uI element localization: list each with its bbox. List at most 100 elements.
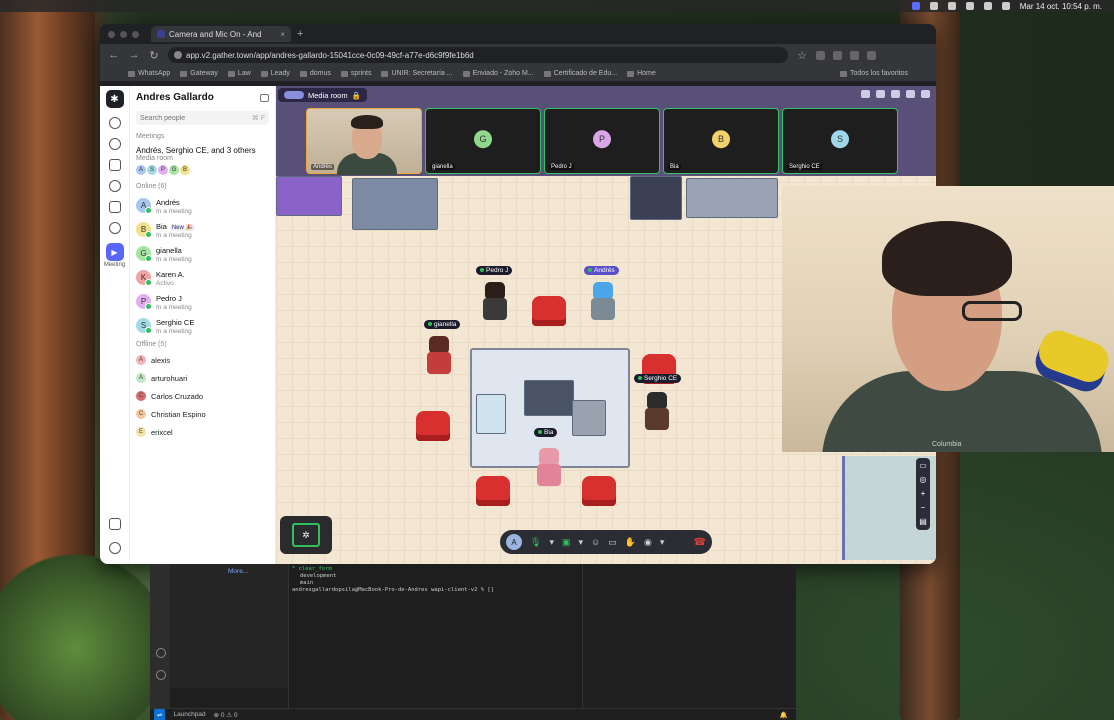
- gather-menubar-icon[interactable]: [911, 2, 920, 10]
- screen-share-icon[interactable]: ▭: [608, 537, 617, 548]
- microphone-icon[interactable]: 🎙: [530, 537, 541, 548]
- self-avatar[interactable]: A: [506, 534, 522, 550]
- bookmark-item[interactable]: Certificado de Edu...: [543, 70, 617, 77]
- remote-icon[interactable]: ⇌: [154, 708, 166, 720]
- emoji-icon[interactable]: ☺: [591, 537, 600, 547]
- search-icon[interactable]: [108, 117, 121, 129]
- calendar-icon[interactable]: [108, 201, 121, 213]
- locate-icon[interactable]: ◎: [920, 476, 927, 484]
- offline-section-label[interactable]: Offline (5): [136, 341, 269, 348]
- screen-icon[interactable]: ▭: [919, 462, 927, 470]
- control-center-icon[interactable]: [1001, 2, 1010, 10]
- video-tile[interactable]: B Bia: [663, 108, 779, 174]
- extension-icon[interactable]: [833, 50, 842, 60]
- avatar-gianella[interactable]: [424, 336, 454, 376]
- bell-icon[interactable]: 🔔: [780, 711, 788, 719]
- menubar-icon[interactable]: [929, 2, 938, 10]
- avatar-serghio[interactable]: [642, 392, 672, 432]
- extension-icon[interactable]: [850, 50, 859, 60]
- new-tab-button[interactable]: +: [297, 28, 303, 40]
- bookmark-item[interactable]: Enviado - Zoho M...: [462, 70, 534, 77]
- music-icon[interactable]: [861, 90, 870, 98]
- gather-logo-icon[interactable]: ✱: [105, 90, 124, 108]
- search-people-input[interactable]: [140, 114, 230, 122]
- other-bookmarks[interactable]: Todos los favoritos: [840, 70, 908, 77]
- problems-indicator[interactable]: ⊗ 0 ⚠ 0: [214, 711, 238, 719]
- launchpad-item[interactable]: Launchpad: [173, 711, 205, 718]
- record-icon[interactable]: ◉: [644, 537, 652, 548]
- video-tile[interactable]: Andrés: [306, 108, 422, 175]
- avatar-bia[interactable]: [534, 448, 564, 488]
- gift-icon[interactable]: [108, 518, 121, 530]
- offline-person[interactable]: Eerixcel: [136, 423, 269, 441]
- raise-hand-icon[interactable]: ✋: [625, 537, 636, 548]
- explore-icon[interactable]: [108, 180, 121, 192]
- video-tile[interactable]: P Pedro J: [544, 108, 660, 174]
- bookmark-item[interactable]: UNIR: Secretaría ...: [381, 70, 453, 77]
- grid-icon[interactable]: [921, 90, 930, 98]
- settings-icon[interactable]: [891, 90, 900, 98]
- zoom-window-button[interactable]: [132, 30, 139, 38]
- meetings-section-label[interactable]: Meetings: [136, 133, 269, 140]
- offline-person[interactable]: Aarturohuari: [136, 369, 269, 387]
- bell-icon[interactable]: [108, 222, 121, 234]
- online-person[interactable]: A Andrés In a meeting: [136, 193, 269, 217]
- terminal[interactable]: * clear_form development main andresgall…: [288, 564, 578, 720]
- online-person[interactable]: Ggianella In a meeting: [136, 241, 269, 265]
- online-section-label[interactable]: Online (6): [136, 183, 269, 190]
- clock-icon[interactable]: [108, 138, 121, 150]
- reload-icon[interactable]: ↻: [148, 49, 160, 62]
- lock-icon[interactable]: 🔒: [352, 91, 361, 100]
- account-icon[interactable]: [156, 648, 166, 658]
- leave-call-icon[interactable]: ☎: [694, 537, 706, 548]
- minimize-window-button[interactable]: [120, 30, 127, 38]
- extension-icon[interactable]: [816, 50, 825, 60]
- menubar-clock[interactable]: Mar 14 oct. 10:54 p. m.: [1020, 2, 1102, 11]
- menubar-icon[interactable]: [947, 2, 956, 10]
- close-window-button[interactable]: [108, 30, 115, 38]
- map-icon[interactable]: ▤: [919, 518, 927, 526]
- wifi-icon[interactable]: [965, 2, 974, 10]
- browser-tab[interactable]: Camera and Mic On - And ×: [151, 26, 291, 42]
- profile-icon[interactable]: [867, 50, 876, 60]
- forward-icon[interactable]: →: [128, 49, 140, 61]
- close-tab-icon[interactable]: ×: [280, 30, 285, 39]
- search-icon[interactable]: [983, 2, 992, 10]
- camera-icon[interactable]: ▣: [562, 537, 571, 548]
- offline-person[interactable]: C Christian Espino: [136, 405, 269, 423]
- url-field[interactable]: app.v2.gather.town/app/andres-gallardo-1…: [168, 47, 788, 63]
- bookmark-item[interactable]: WhatsApp: [128, 70, 170, 77]
- meeting-camera-icon[interactable]: ▶: [105, 243, 124, 261]
- collapse-panel-icon[interactable]: [260, 93, 269, 102]
- bookmark-item[interactable]: Home: [627, 70, 656, 77]
- minimap[interactable]: ✲: [280, 516, 332, 554]
- participants-icon[interactable]: [284, 91, 304, 99]
- back-icon[interactable]: ←: [108, 49, 120, 61]
- site-info-icon[interactable]: [174, 51, 182, 59]
- bookmark-star-icon[interactable]: ☆: [796, 49, 808, 62]
- bookmark-item[interactable]: sprints: [340, 70, 371, 77]
- bookmark-item[interactable]: domus: [299, 70, 331, 77]
- video-tile[interactable]: Ggianella: [425, 108, 541, 174]
- online-person[interactable]: K Karen A. Activo: [136, 265, 269, 289]
- avatar-andres[interactable]: [588, 282, 618, 322]
- avatar-pedro[interactable]: [480, 282, 510, 322]
- online-person[interactable]: P Pedro J In a meeting: [136, 289, 269, 313]
- settings-gear-icon[interactable]: [156, 670, 166, 680]
- bookmark-item[interactable]: Law: [227, 70, 251, 77]
- zoom-in-button[interactable]: +: [921, 490, 926, 498]
- offline-person[interactable]: C Carlos Cruzado: [136, 387, 269, 405]
- link-icon[interactable]: [876, 90, 885, 98]
- map-icon[interactable]: [108, 159, 121, 171]
- bookmark-item[interactable]: Leady: [260, 70, 290, 77]
- online-person[interactable]: B Bia New 🎉 In a meeting: [136, 217, 269, 241]
- video-tile[interactable]: S Serghio CE: [782, 108, 898, 174]
- chevron-down-icon[interactable]: ▾: [578, 537, 583, 548]
- settings-gear-icon[interactable]: [108, 542, 121, 554]
- online-person[interactable]: S Serghio CE In a meeting: [136, 313, 269, 337]
- more-link[interactable]: More...: [228, 568, 248, 575]
- meeting-card[interactable]: Andrés, Serghio CE, and 3 others Media r…: [136, 143, 269, 179]
- layout-icon[interactable]: [906, 90, 915, 98]
- bookmark-item[interactable]: Gateway: [180, 70, 218, 77]
- chevron-down-icon[interactable]: ▾: [660, 537, 665, 548]
